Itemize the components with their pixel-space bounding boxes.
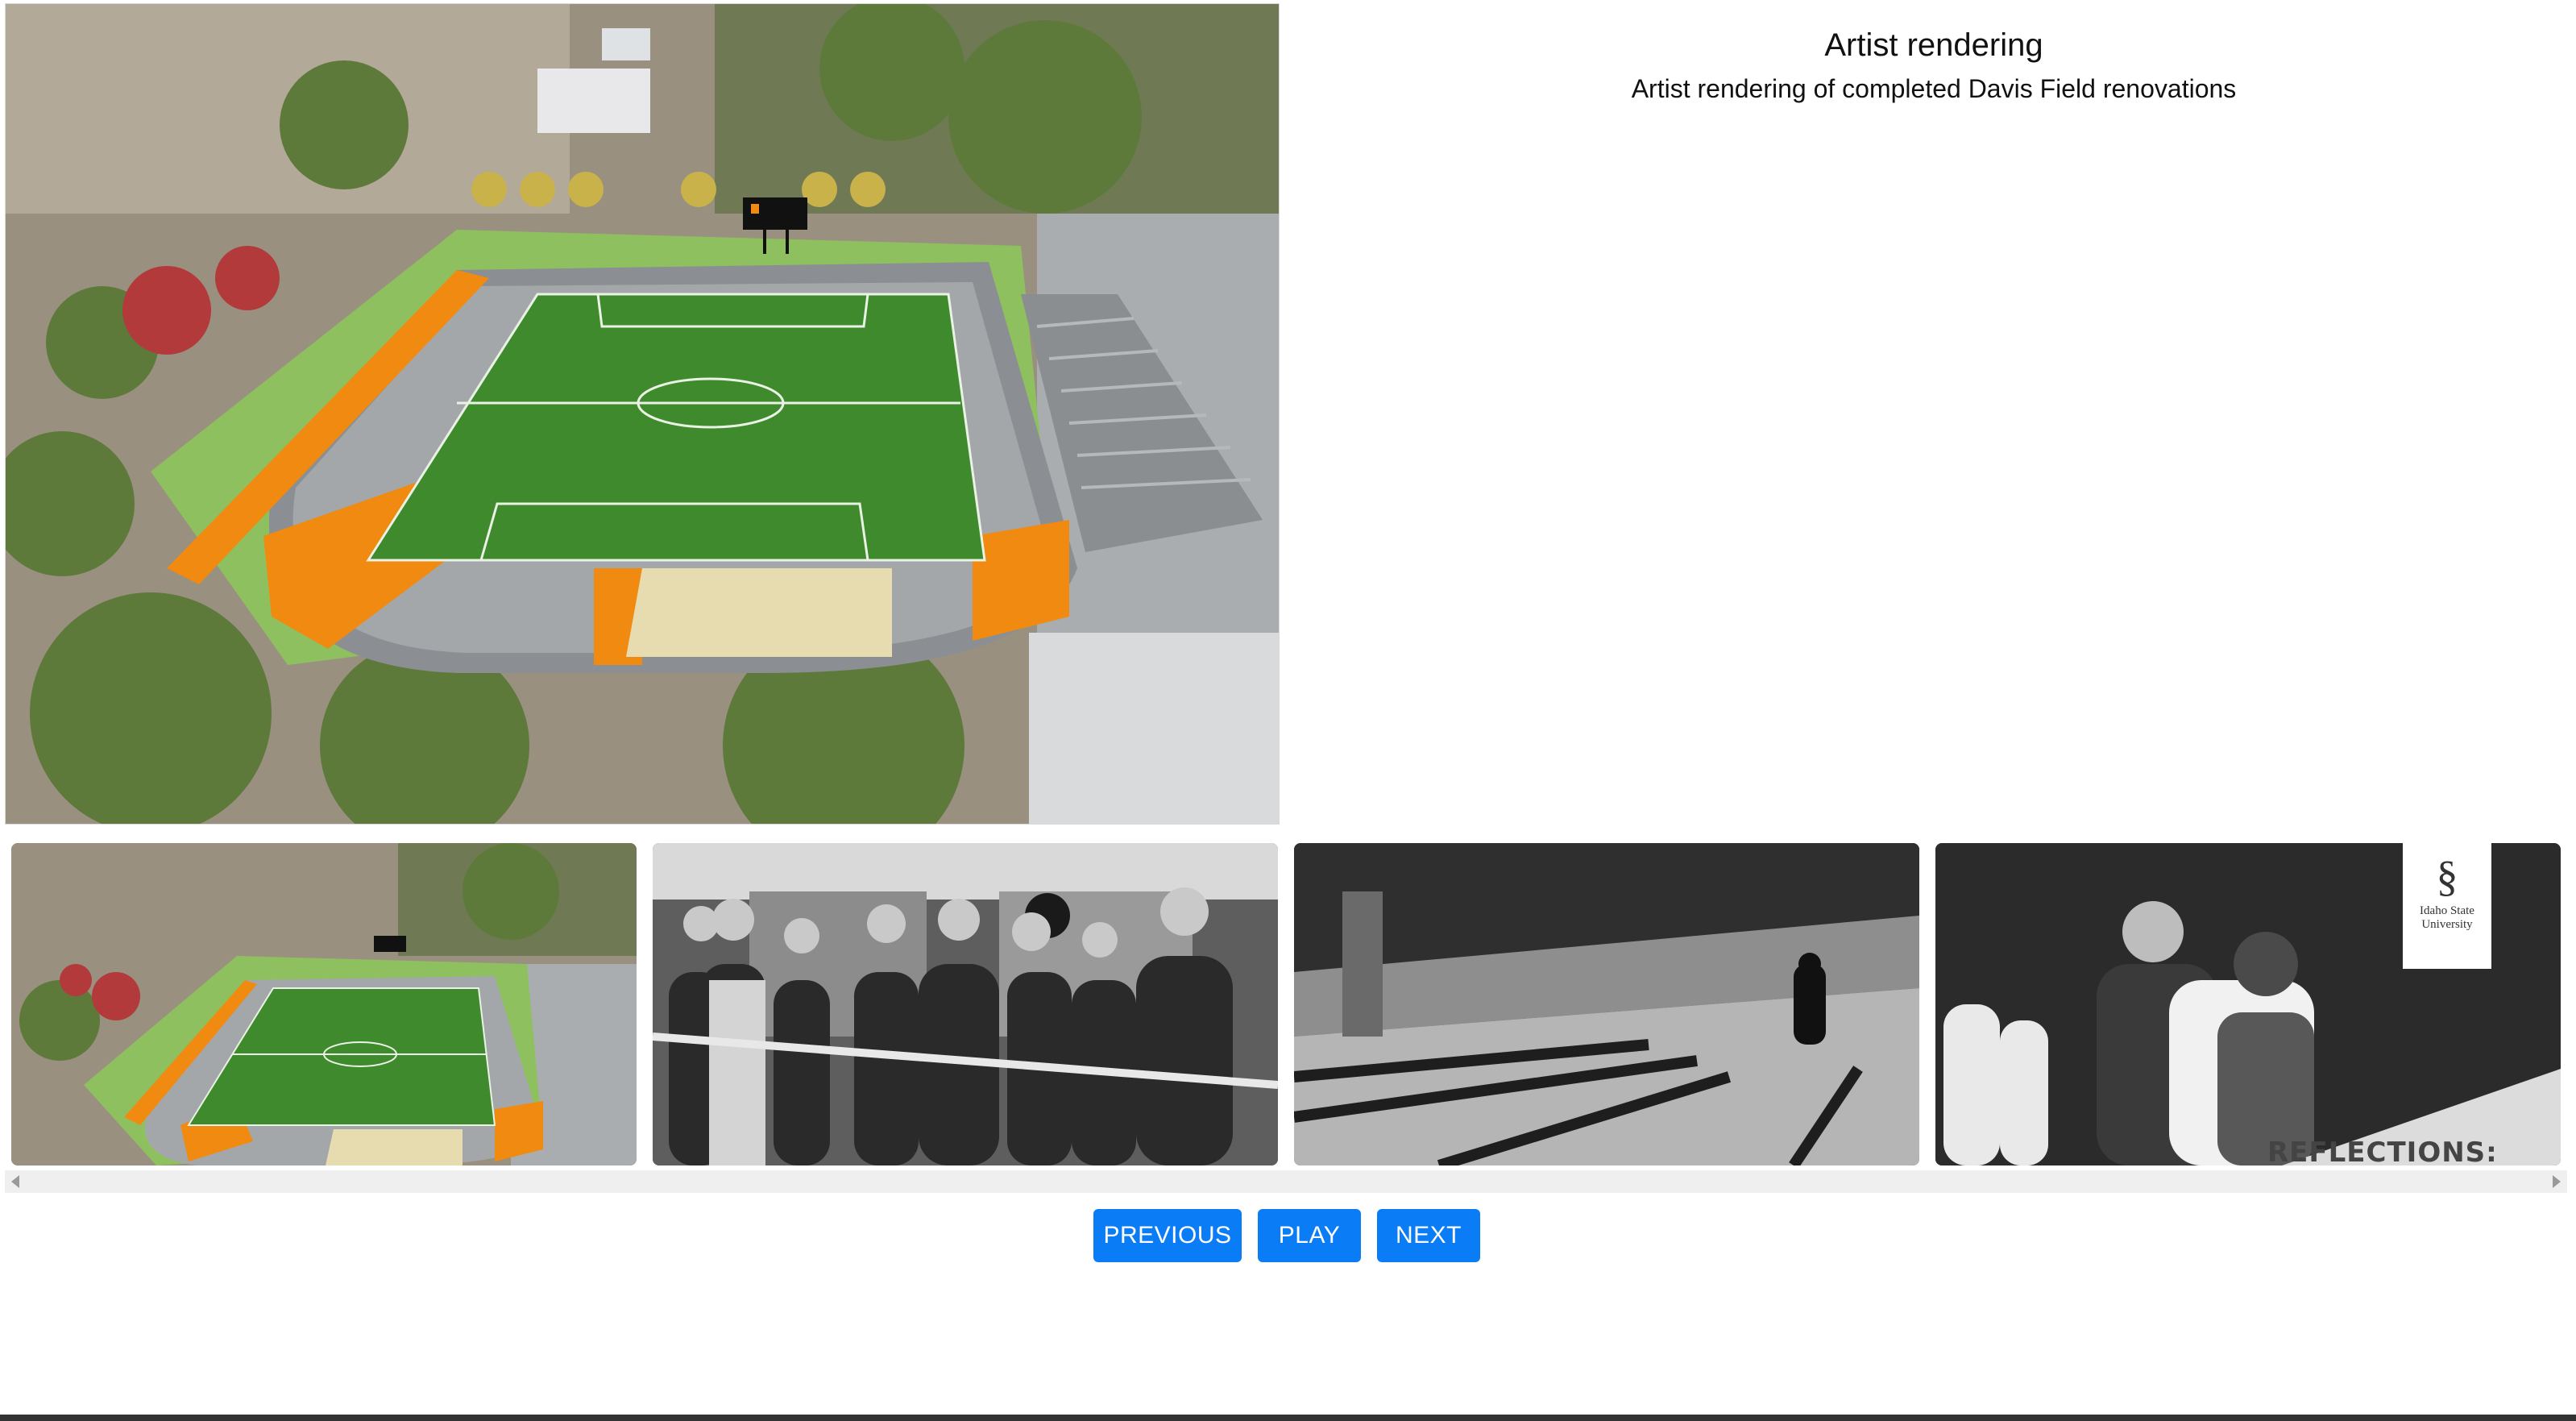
logo-line-2: University	[2421, 918, 2473, 931]
slide-description: Artist rendering of completed Davis Fiel…	[1631, 74, 2237, 103]
scroll-right-icon[interactable]	[2553, 1175, 2561, 1188]
slide-image	[5, 3, 1280, 825]
next-button[interactable]: NEXT	[1377, 1209, 1480, 1262]
thumbnail-strip: § Idaho State University REFLECTIONS: 10…	[5, 830, 2567, 1193]
previous-button[interactable]: PREVIOUS	[1093, 1209, 1242, 1262]
scroll-left-icon[interactable]	[11, 1175, 19, 1188]
thumbnail-davis-field[interactable]	[11, 843, 637, 1165]
reflections-banner: REFLECTIONS: 100	[2267, 1136, 2498, 1165]
page-footer-rule	[0, 1415, 2576, 1421]
play-button[interactable]: PLAY	[1258, 1209, 1361, 1262]
slide-title: Artist rendering	[1824, 27, 2043, 63]
logo-line-1: Idaho State	[2420, 904, 2474, 917]
thumbnail-reflections[interactable]: § Idaho State University REFLECTIONS: 10…	[1935, 843, 2561, 1165]
thumbnail-bowling-alley[interactable]	[1294, 843, 1919, 1165]
university-logo: § Idaho State University	[2403, 843, 2491, 969]
thumbnail-ribbon-cutting[interactable]	[653, 843, 1278, 1165]
slide-caption: Artist rendering Artist rendering of com…	[1515, 24, 2353, 106]
slideshow-controls: PREVIOUS PLAY NEXT	[0, 1209, 2576, 1262]
logo-mark-icon: §	[2436, 852, 2458, 900]
thumbnail-scrollbar[interactable]	[5, 1170, 2567, 1193]
